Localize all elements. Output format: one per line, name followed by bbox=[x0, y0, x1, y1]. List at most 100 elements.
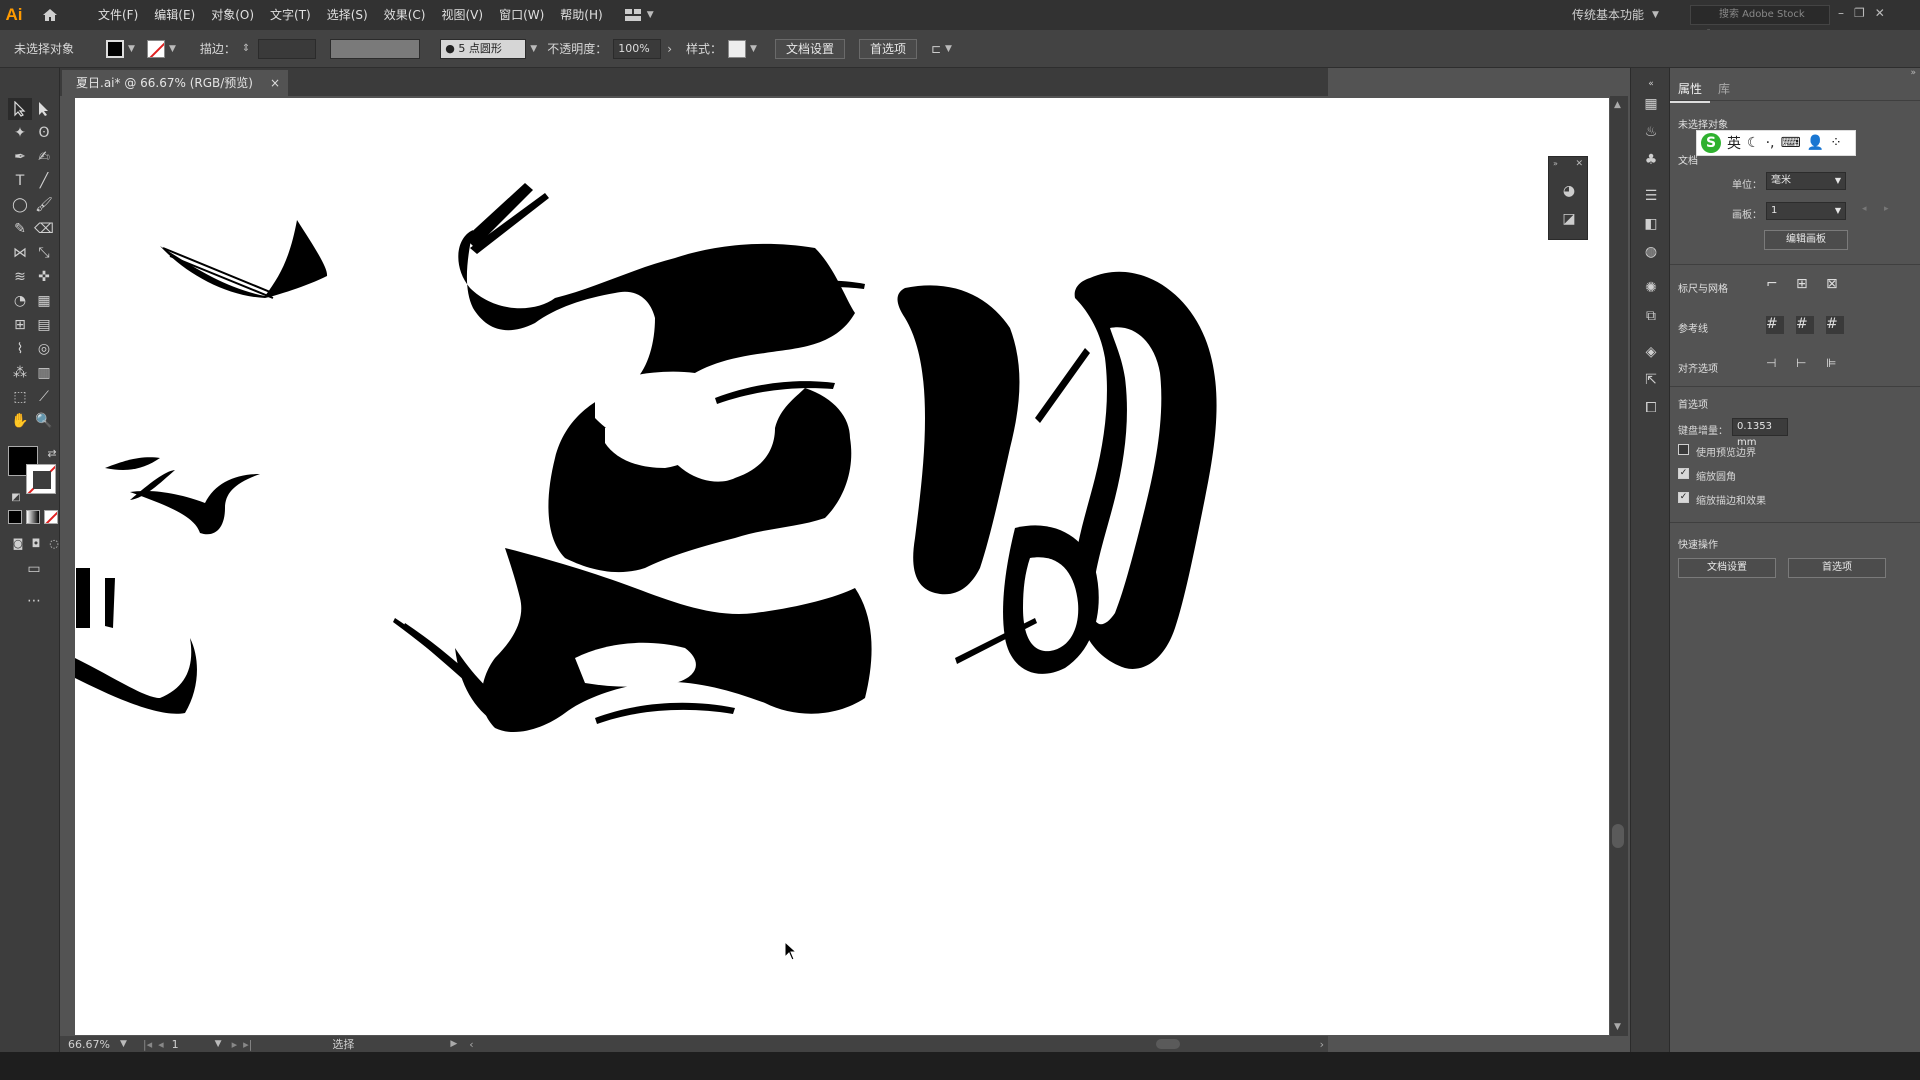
symbol-sprayer-tool-icon[interactable]: ⁂ bbox=[8, 362, 32, 384]
scroll-down-icon[interactable]: ▼ bbox=[1614, 1022, 1621, 1032]
export-panel-icon[interactable]: ⇱ bbox=[1641, 370, 1661, 390]
apps-icon[interactable]: ⁘ bbox=[1830, 135, 1842, 151]
color-guide-icon[interactable]: ◕ bbox=[1560, 183, 1578, 201]
scroll-right-icon[interactable]: › bbox=[1320, 1038, 1324, 1051]
line-tool-icon[interactable]: ╱ bbox=[32, 170, 56, 192]
scale-corners-checkbox[interactable]: ✓ bbox=[1678, 468, 1689, 479]
punctuation-icon[interactable]: ·, bbox=[1766, 135, 1775, 151]
color-mode-icon[interactable] bbox=[8, 510, 22, 524]
stroke-weight-field[interactable] bbox=[258, 38, 317, 59]
zoom-tool-icon[interactable]: 🔍 bbox=[32, 410, 56, 432]
transparency-panel-icon[interactable]: ◍ bbox=[1641, 242, 1661, 262]
ime-mode[interactable]: 英 bbox=[1727, 133, 1741, 153]
document-setup-button[interactable]: 文档设置 bbox=[774, 38, 845, 59]
properties-panel-icon[interactable]: ▦ bbox=[1641, 94, 1661, 114]
opacity-field[interactable]: 100% bbox=[613, 38, 662, 59]
artboard-number[interactable]: 1 bbox=[172, 1038, 179, 1051]
minimize-icon[interactable]: – bbox=[1838, 0, 1844, 26]
expand-icon[interactable]: » bbox=[1910, 68, 1916, 78]
type-tool-icon[interactable]: T bbox=[8, 170, 32, 192]
ruler-icon[interactable]: ⌐ bbox=[1766, 276, 1784, 294]
chevron-down-icon[interactable]: ▼ bbox=[945, 44, 952, 54]
magic-wand-tool-icon[interactable]: ✦ bbox=[8, 122, 32, 144]
pen-tool-icon[interactable]: ✒ bbox=[8, 146, 32, 168]
close-icon[interactable]: ✕ bbox=[1575, 159, 1583, 169]
gradient-panel-icon[interactable]: ◪ bbox=[1560, 211, 1578, 229]
snap-to-point-icon[interactable]: ⊣ bbox=[1766, 356, 1784, 374]
graphic-styles-panel-icon[interactable]: ⧉ bbox=[1641, 306, 1661, 326]
preferences-button[interactable]: 首选项 bbox=[858, 38, 917, 59]
shape-builder-tool-icon[interactable]: ◔ bbox=[8, 290, 32, 312]
status-menu-icon[interactable]: ▶ bbox=[450, 1039, 457, 1049]
first-artboard-icon[interactable]: |◂ bbox=[143, 1038, 152, 1051]
stroke-color-swatch[interactable] bbox=[146, 39, 165, 58]
workspace-switcher[interactable]: 传统基本功能 ▼ bbox=[1572, 0, 1659, 30]
menu-view[interactable]: 视图(V) bbox=[433, 0, 491, 30]
stroke-stepper[interactable]: ⇕ bbox=[242, 43, 250, 54]
scroll-left-icon[interactable]: ‹ bbox=[469, 1038, 473, 1051]
symbols-panel-icon[interactable]: ♣ bbox=[1641, 150, 1661, 170]
perspective-grid-tool-icon[interactable]: ▦ bbox=[32, 290, 56, 312]
slice-tool-icon[interactable]: ⟋ bbox=[32, 386, 56, 408]
next-artboard-icon[interactable]: ▸ bbox=[232, 1038, 238, 1051]
document-tab[interactable]: 夏日.ai* @ 66.67% (RGB/预览) × bbox=[62, 70, 288, 96]
quick-document-setup-button[interactable]: 文档设置 bbox=[1678, 558, 1776, 578]
artboard[interactable] bbox=[75, 98, 1609, 1035]
chevron-down-icon[interactable]: ▼ bbox=[128, 44, 135, 54]
transparency-grid-icon[interactable]: ⊠ bbox=[1826, 276, 1844, 294]
quick-preferences-button[interactable]: 首选项 bbox=[1788, 558, 1886, 578]
reflect-tool-icon[interactable]: ⋈ bbox=[8, 242, 32, 264]
eyedropper-tool-icon[interactable]: ⌇ bbox=[8, 338, 32, 360]
vertical-scroll-thumb[interactable] bbox=[1612, 824, 1624, 848]
unit-select[interactable]: 毫米 ▼ bbox=[1766, 172, 1846, 190]
close-icon[interactable]: × bbox=[270, 70, 280, 96]
artboard-select[interactable]: 1 ▼ bbox=[1766, 202, 1846, 220]
smart-guides-icon[interactable]: # bbox=[1826, 316, 1844, 334]
vertical-scrollbar[interactable]: ▲ ▼ bbox=[1610, 96, 1628, 1036]
layers-panel-icon[interactable]: ◈ bbox=[1641, 342, 1661, 362]
prev-artboard-icon[interactable]: ◂ bbox=[1862, 204, 1867, 214]
gradient-mode-icon[interactable] bbox=[26, 510, 40, 524]
blend-tool-icon[interactable]: ◎ bbox=[32, 338, 56, 360]
scroll-up-icon[interactable]: ▲ bbox=[1614, 100, 1621, 110]
brush-definition[interactable]: ● 5 点圆形 bbox=[440, 38, 527, 59]
arrange-documents-button[interactable]: ▼ bbox=[624, 9, 654, 21]
ime-toolbar[interactable]: S 英 ☾ ·, ⌨ 👤 ⁘ bbox=[1696, 130, 1856, 156]
chevron-down-icon[interactable]: ▼ bbox=[530, 44, 537, 54]
puppet-warp-tool-icon[interactable]: ✜ bbox=[32, 266, 56, 288]
graphic-style-swatch[interactable] bbox=[728, 39, 747, 58]
show-guides-icon[interactable]: # bbox=[1766, 316, 1784, 334]
ellipse-tool-icon[interactable]: ◯ bbox=[8, 194, 32, 216]
zoom-level[interactable]: 66.67% bbox=[68, 1038, 110, 1051]
variable-width-profile[interactable] bbox=[330, 38, 421, 59]
appearance-panel-icon[interactable]: ✺ bbox=[1641, 278, 1661, 298]
use-preview-bounds-checkbox[interactable] bbox=[1678, 444, 1689, 455]
stroke-swatch[interactable] bbox=[26, 464, 56, 494]
gradient-panel-icon[interactable]: ◧ bbox=[1641, 214, 1661, 234]
gradient-tool-icon[interactable]: ▤ bbox=[32, 314, 56, 336]
paintbrush-tool-icon[interactable]: 🖌 bbox=[32, 194, 56, 216]
tab-properties[interactable]: 属性 bbox=[1670, 76, 1711, 103]
artboard-tool-icon[interactable]: ⬚ bbox=[8, 386, 32, 408]
column-graph-tool-icon[interactable]: ▥ bbox=[32, 362, 56, 384]
collapse-icon[interactable]: « bbox=[1641, 74, 1661, 94]
keyboard-increment-field[interactable]: 0.1353 mm bbox=[1732, 418, 1788, 448]
fill-color-swatch[interactable] bbox=[106, 39, 125, 58]
snap-to-glyph-icon[interactable]: ⊫ bbox=[1826, 356, 1844, 374]
menu-help[interactable]: 帮助(H) bbox=[552, 0, 610, 30]
warp-tool-icon[interactable]: ≋ bbox=[8, 266, 32, 288]
user-icon[interactable]: 👤 bbox=[1807, 135, 1824, 151]
lasso-tool-icon[interactable]: ʘ bbox=[32, 122, 56, 144]
mesh-tool-icon[interactable]: ⊞ bbox=[8, 314, 32, 336]
menu-object[interactable]: 对象(O) bbox=[203, 0, 262, 30]
chevron-right-icon[interactable]: › bbox=[667, 42, 672, 56]
moon-icon[interactable]: ☾ bbox=[1747, 135, 1760, 151]
more-tools-icon[interactable]: ⋯ bbox=[22, 590, 46, 612]
artboards-panel-icon[interactable]: ⧠ bbox=[1641, 398, 1661, 418]
grid-icon[interactable]: ⊞ bbox=[1796, 276, 1814, 294]
home-icon[interactable] bbox=[36, 0, 64, 30]
default-colors-icon[interactable]: ◩ bbox=[4, 486, 28, 508]
horizontal-scroll-thumb[interactable] bbox=[1156, 1039, 1180, 1049]
eraser-tool-icon[interactable]: ⌫ bbox=[32, 218, 56, 240]
restore-icon[interactable]: ❐ bbox=[1854, 0, 1865, 26]
